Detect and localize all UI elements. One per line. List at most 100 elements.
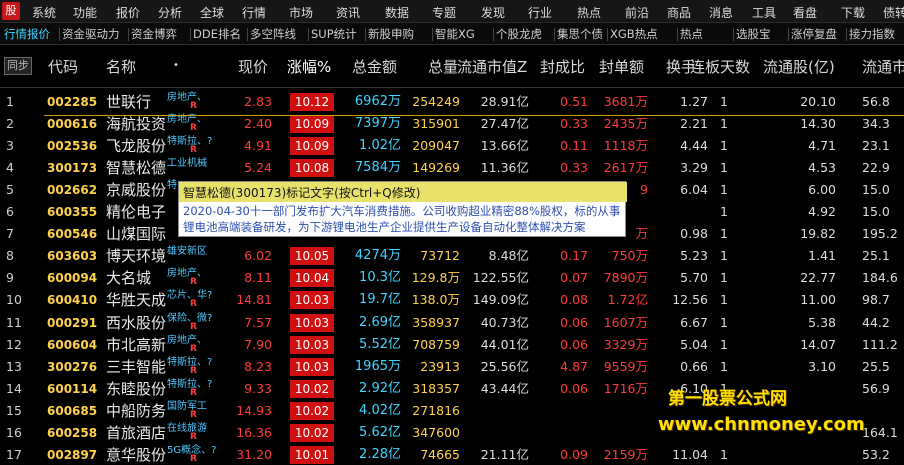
stock-name: 首旅酒店 — [106, 423, 167, 442]
stock-name: 三丰智能 — [106, 357, 167, 376]
price-cell: 8.23 — [244, 358, 272, 374]
col-code[interactable]: 代码 — [48, 56, 78, 77]
menu-item-5[interactable]: 行情 — [242, 4, 266, 21]
menu-item-12[interactable]: 热点 — [577, 4, 601, 21]
tab-8[interactable]: 个股龙虎 — [496, 26, 542, 42]
menu-item-7[interactable]: 资讯 — [336, 4, 360, 21]
rzrq-marker: R — [190, 299, 197, 310]
col-total-amount[interactable]: 总金额 — [352, 56, 397, 77]
tab-1[interactable]: 资金驱动力 — [62, 26, 120, 42]
table-header: 同步 代码 名称 • 现价 涨幅% 总金额 总量 流通市值Z 封成比 封单额 换… — [0, 46, 904, 88]
tab-7[interactable]: 智能XG — [435, 26, 475, 42]
tooltip-body: 2020-04-30十一部门发布扩大汽车消费措施。公司收购超业精密88%股权，标… — [183, 204, 621, 234]
col-seal-ratio[interactable]: 封成比 — [540, 56, 585, 77]
table-row[interactable]: 10 600410 华胜天成 14.81 19.7亿 138.0万 149.09亿 0.08 1… — [0, 289, 904, 311]
table-row[interactable]: 13 300276 三丰智能 8.23 1965万 23913 25.56亿 4.87 9559… — [0, 356, 904, 378]
menu-item-3[interactable]: 分析 — [158, 4, 182, 21]
tab-5[interactable]: SUP统计 — [311, 26, 357, 42]
turnover-cell: 2.21 — [680, 116, 708, 132]
menu-item-9[interactable]: 专题 — [432, 4, 456, 21]
tab-14[interactable]: 接力指数 — [849, 26, 895, 42]
menu-item-13[interactable]: 前沿 — [625, 4, 649, 21]
menu-item-2[interactable]: 报价 — [116, 4, 140, 21]
menu-item-14[interactable]: 商品 — [667, 4, 691, 21]
col-pct-change[interactable]: 涨幅% — [287, 56, 331, 77]
col-name[interactable]: 名称 — [106, 56, 136, 77]
menu-item-8[interactable]: 数据 — [385, 4, 409, 21]
tab-separator — [128, 28, 129, 41]
float-mcap-cell: 184.6 — [862, 270, 898, 286]
tab-0[interactable]: 行情报价 — [4, 26, 50, 42]
amount-cell: 7397万 — [354, 116, 401, 132]
price-cell: 9.33 — [244, 380, 272, 396]
market-cap-cell: 43.44亿 — [480, 380, 529, 396]
row-number: 12 — [6, 336, 22, 352]
tab-6[interactable]: 新股申购 — [368, 26, 414, 42]
col-float-shares[interactable]: 流通股(亿) — [763, 56, 835, 77]
col-limit-days[interactable]: 连板天数 — [690, 56, 750, 77]
limit-days-cell: 1 — [720, 292, 728, 308]
menu-item-10[interactable]: 发现 — [481, 4, 505, 21]
row-number: 15 — [6, 402, 22, 418]
col-float-mcap[interactable]: 流通市 — [862, 56, 904, 77]
stock-name: 智慧松德 — [106, 159, 167, 178]
menu-item-17[interactable]: 看盘 — [793, 4, 817, 21]
concept-tag: 在线旅游 — [167, 422, 207, 434]
stock-code: 603603 — [47, 249, 98, 264]
table-row[interactable]: 8 603603 博天环境 6.02 4274万 73712 8.48亿 0.17 750万 5.… — [0, 245, 904, 267]
volume-cell: 23913 — [420, 358, 460, 374]
menu-item-15[interactable]: 消息 — [709, 4, 733, 21]
stock-name: 精伦电子 — [106, 203, 167, 222]
tab-13[interactable]: 涨停复盘 — [791, 26, 837, 42]
tab-4[interactable]: 多空阵线 — [250, 26, 296, 42]
table-row[interactable]: 4 300173 智慧松德 5.24 7584万 149269 11.36亿 0.33 2617… — [0, 157, 904, 179]
tab-2[interactable]: 资金博弈 — [131, 26, 177, 42]
float-shares-cell: 3.10 — [808, 358, 836, 374]
menu-item-16[interactable]: 工具 — [752, 4, 776, 21]
tab-separator — [493, 28, 494, 41]
volume-cell: 209047 — [412, 138, 460, 154]
menu-item-6[interactable]: 市场 — [289, 4, 313, 21]
pct-change-badge: 10.04 — [290, 269, 334, 288]
amount-cell: 6962万 — [354, 94, 401, 109]
stock-quote-window: 股 系统 功能 报价 分析 全球 行情 市场 资讯 数据 专题 发现 行业 热点 前沿 商品 消息 工具 看盘 下载… — [0, 0, 904, 465]
col-price[interactable]: 现价 — [238, 56, 268, 77]
limit-days-cell: 1 — [720, 336, 728, 352]
sync-button[interactable]: 同步 — [4, 57, 32, 75]
float-mcap-cell: 34.3 — [862, 116, 890, 132]
limit-days-cell: 1 — [720, 314, 728, 330]
limit-days-cell: 1 — [720, 138, 728, 154]
table-row[interactable]: 11 000291 西水股份 7.57 2.69亿 358937 40.73亿 0.06 160… — [0, 312, 904, 334]
tab-10[interactable]: XGB热点 — [610, 26, 658, 42]
menu-item-4[interactable]: 全球 — [200, 4, 224, 21]
tab-12[interactable]: 选股宝 — [736, 26, 771, 42]
tab-9[interactable]: 集思个债 — [557, 26, 603, 42]
menu-item-0[interactable]: 系统 — [32, 4, 56, 21]
col-name-sort-icon[interactable]: • — [173, 60, 179, 71]
volume-cell: 271816 — [412, 402, 460, 418]
menu-item-11[interactable]: 行业 — [528, 4, 552, 21]
amount-cell: 2.28亿 — [359, 446, 401, 462]
rzrq-marker: R — [190, 321, 197, 332]
table-row[interactable]: 3 002536 飞龙股份 4.91 1.02亿 209047 13.66亿 0.11 1118… — [0, 135, 904, 157]
function-tab-bar: 行情报价 资金驱动力 资金博弈 DDE排名 多空阵线 SUP统计 新股申购 智能XG 个股龙虎集… — [0, 23, 904, 45]
col-seal-amount[interactable]: 封单额 — [599, 56, 644, 77]
rzrq-marker: R — [190, 277, 197, 288]
pct-change-badge: 10.03 — [290, 357, 334, 376]
stock-code: 600685 — [47, 403, 98, 418]
table-row[interactable]: 9 600094 大名城 8.11 10.3亿 129.8万 122.55亿 0.07 7890… — [0, 267, 904, 289]
tab-3[interactable]: DDE排名 — [193, 26, 241, 42]
tab-11[interactable]: 热点 — [680, 26, 703, 42]
menu-item-18[interactable]: 下载 — [841, 4, 865, 21]
row-number: 2 — [6, 116, 14, 132]
volume-cell: 129.8万 — [411, 270, 460, 286]
limit-days-cell: 1 — [720, 94, 728, 109]
col-total-volume[interactable]: 总量 — [428, 56, 458, 77]
table-row[interactable]: 12 600604 市北高新 7.90 5.52亿 708759 44.01亿 0.06 332… — [0, 334, 904, 356]
col-market-cap[interactable]: 流通市值Z — [457, 56, 527, 77]
table-row[interactable]: 1 002285 世联行 2.83 6962万 254249 28.91亿 0.51 3681万… — [0, 91, 904, 113]
table-row[interactable]: 2 000616 海航投资 2.40 7397万 315901 27.47亿 0.33 2435… — [0, 113, 904, 135]
menu-item-19[interactable]: 债转 — [883, 4, 904, 21]
turnover-cell: 3.29 — [680, 160, 708, 176]
menu-item-1[interactable]: 功能 — [73, 4, 97, 21]
